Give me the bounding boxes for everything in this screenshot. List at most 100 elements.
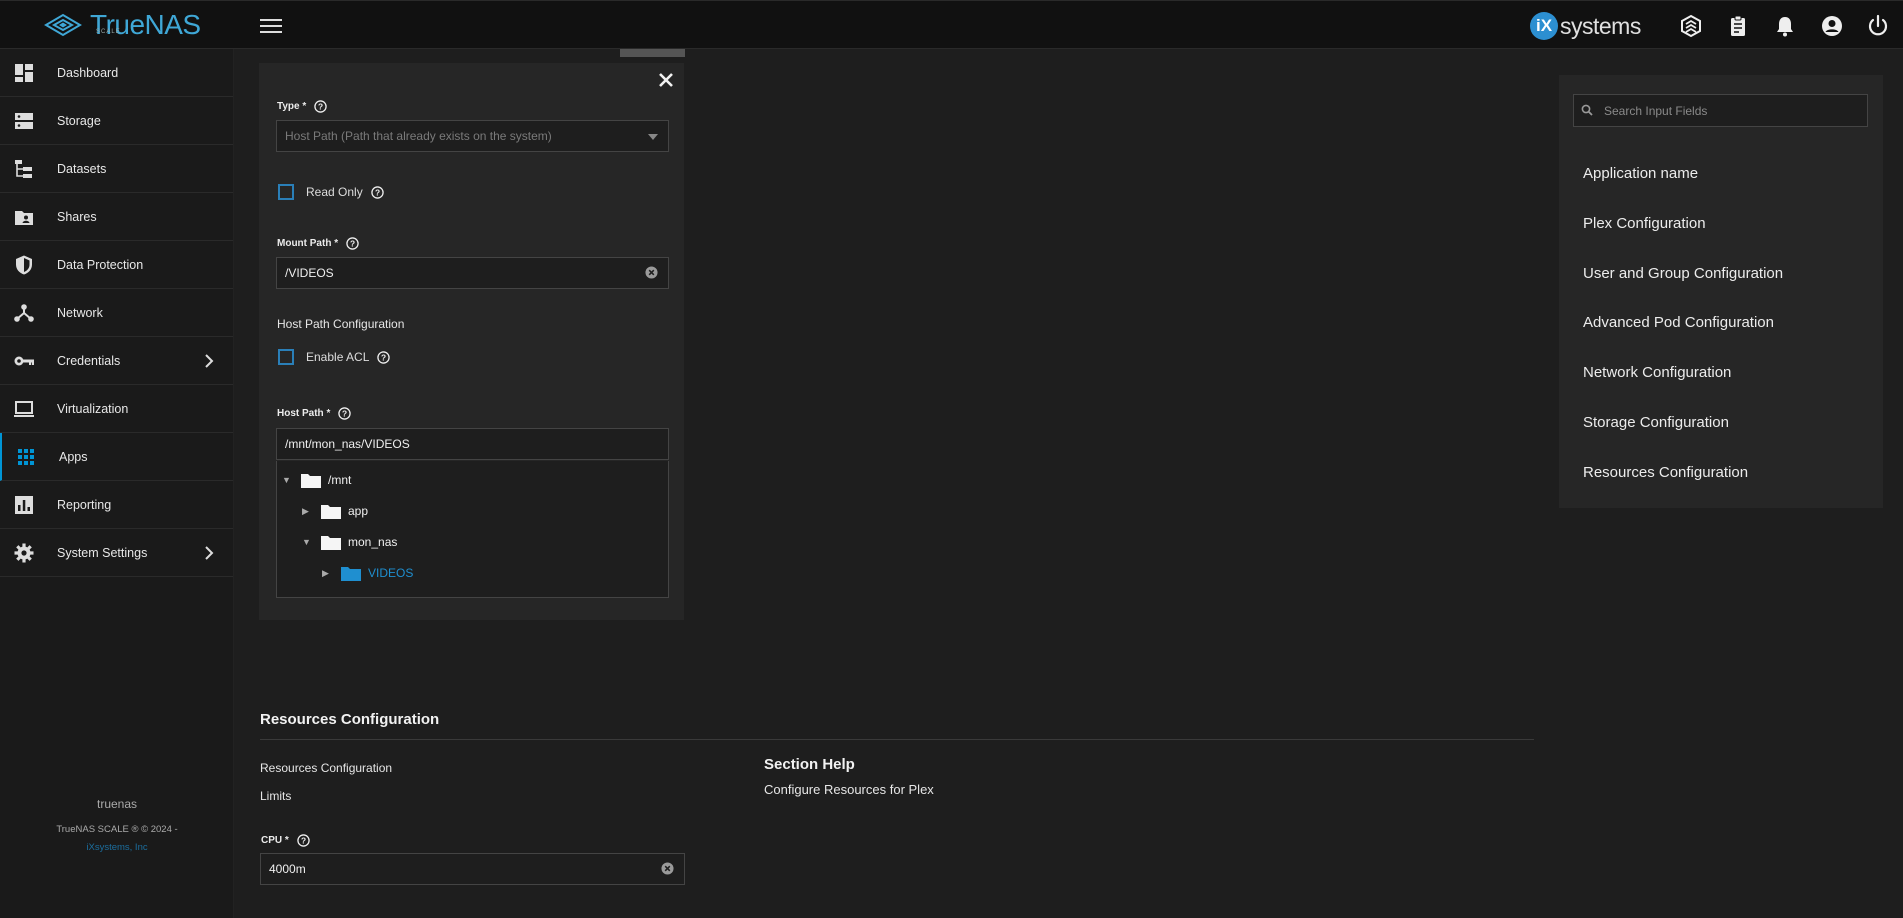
top-bar: TrueNAS SCALE iX systems (0, 0, 1903, 49)
svg-text:?: ? (375, 187, 380, 197)
type-select[interactable]: Host Path (Path that already exists on t… (276, 120, 669, 152)
sidebar-item-label: Datasets (57, 161, 107, 176)
sidebar-item-label: Network (57, 305, 103, 320)
cpu-value: 4000m (269, 862, 306, 876)
vendor-name: systems (1560, 12, 1641, 39)
tree-node-mon-nas[interactable]: ▼ mon_nas (302, 531, 397, 553)
copyright-text: TrueNAS SCALE ® © 2024 - (56, 824, 178, 835)
limits-label: Limits (260, 789, 292, 803)
host-path-value: /mnt/mon_nas/VIDEOS (285, 437, 410, 451)
close-icon[interactable] (656, 70, 676, 90)
search-icon (1581, 104, 1593, 116)
expanded-arrow-icon[interactable]: ▼ (282, 475, 292, 485)
reporting-icon (15, 496, 33, 514)
host-path-input[interactable]: /mnt/mon_nas/VIDEOS (276, 428, 669, 460)
power-icon[interactable] (1866, 14, 1890, 38)
section-help-title: Section Help (764, 756, 855, 773)
brand-sub: SCALE (96, 29, 121, 35)
help-icon[interactable]: ? (297, 834, 310, 847)
search-placeholder: Search Input Fields (1604, 103, 1708, 118)
jobs-clipboard-icon[interactable] (1726, 14, 1750, 38)
nav-link-application-name[interactable]: Application name (1583, 165, 1698, 182)
tree-node-label: mon_nas (348, 535, 398, 549)
sidebar-item-storage[interactable]: Storage (0, 97, 233, 145)
sidebar-item-label: System Settings (57, 545, 148, 560)
help-icon[interactable]: ? (314, 100, 328, 113)
nav-link-user-group-configuration[interactable]: User and Group Configuration (1583, 265, 1783, 282)
enable-acl-label: Enable ACL ? (306, 350, 391, 364)
host-path-label: Host Path * ? (277, 407, 352, 420)
ix-badge: iX (1530, 12, 1558, 40)
nav-link-advanced-pod-configuration[interactable]: Advanced Pod Configuration (1583, 314, 1774, 331)
sidebar-item-virtualization[interactable]: Virtualization (0, 385, 233, 433)
sidebar-item-label: Apps (59, 449, 88, 464)
cpu-input[interactable]: 4000m (260, 853, 685, 885)
folder-icon (341, 566, 361, 581)
sidebar-item-dashboard[interactable]: Dashboard (0, 49, 233, 97)
host-path-config-title: Host Path Configuration (277, 317, 405, 331)
network-icon (14, 304, 34, 322)
menu-toggle-button[interactable] (260, 15, 282, 35)
company-link[interactable]: iXsystems, Inc (0, 842, 234, 853)
sidebar-item-system-settings[interactable]: System Settings (0, 529, 233, 577)
tree-node-app[interactable]: ▶ app (302, 500, 368, 522)
svg-text:?: ? (342, 409, 347, 419)
nav-link-resources-configuration[interactable]: Resources Configuration (1583, 464, 1748, 481)
folder-icon (321, 535, 341, 550)
section-divider (260, 739, 1534, 740)
chevron-right-icon (205, 546, 214, 560)
svg-text:?: ? (301, 836, 306, 846)
storage-icon (15, 113, 33, 129)
help-icon[interactable]: ? (338, 407, 352, 420)
help-icon[interactable]: ? (370, 185, 384, 199)
scroll-indicator (620, 49, 685, 57)
search-input-fields[interactable]: Search Input Fields (1573, 94, 1868, 127)
nav-link-plex-configuration[interactable]: Plex Configuration (1583, 215, 1706, 232)
hostname: truenas (96, 797, 138, 811)
brand-name: TrueNAS (90, 9, 201, 40)
truenas-logo[interactable]: TrueNAS (42, 9, 201, 41)
resources-section-title: Resources Configuration (260, 711, 440, 728)
mount-path-input[interactable]: /VIDEOS (276, 257, 669, 289)
expanded-arrow-icon[interactable]: ▼ (302, 537, 312, 547)
tree-node-videos[interactable]: ▶ VIDEOS (322, 562, 413, 584)
truenas-logo-icon (44, 13, 82, 37)
sidebar-item-label: Shares (57, 209, 97, 224)
tree-node-label: /mnt (328, 473, 352, 487)
notifications-bell-icon[interactable] (1773, 14, 1797, 38)
sidebar-item-credentials[interactable]: Credentials (0, 337, 233, 385)
nav-link-network-configuration[interactable]: Network Configuration (1583, 364, 1731, 381)
resources-sub-title: Resources Configuration (260, 761, 393, 775)
sidebar-item-shares[interactable]: Shares (0, 193, 233, 241)
truecommand-icon[interactable] (1679, 14, 1703, 38)
help-icon[interactable]: ? (346, 237, 359, 250)
read-only-label: Read Only ? (306, 185, 384, 199)
sidebar-item-label: Virtualization (57, 401, 129, 416)
dropdown-arrow-icon (648, 134, 658, 140)
dashboard-icon (15, 64, 33, 82)
tree-node-mnt[interactable]: ▼ /mnt (282, 469, 351, 491)
sidebar-item-label: Data Protection (57, 257, 144, 272)
sidebar-item-label: Storage (57, 113, 101, 128)
enable-acl-checkbox[interactable] (278, 349, 294, 365)
help-icon[interactable]: ? (377, 350, 391, 364)
chevron-right-icon (205, 354, 214, 368)
sidebar-item-apps[interactable]: Apps (0, 433, 233, 481)
nav-link-storage-configuration[interactable]: Storage Configuration (1583, 414, 1729, 431)
svg-text:?: ? (381, 352, 386, 362)
collapsed-arrow-icon[interactable]: ▶ (322, 568, 332, 579)
sidebar-item-label: Reporting (57, 497, 112, 512)
read-only-checkbox[interactable] (278, 184, 294, 200)
mount-path-value: /VIDEOS (285, 266, 334, 280)
collapsed-arrow-icon[interactable]: ▶ (302, 506, 312, 517)
clear-input-icon[interactable] (645, 266, 658, 279)
sidebar-item-datasets[interactable]: Datasets (0, 145, 233, 193)
account-icon[interactable] (1820, 14, 1844, 38)
sidebar-item-network[interactable]: Network (0, 289, 233, 337)
sidebar-item-reporting[interactable]: Reporting (0, 481, 233, 529)
form-navigation-panel (1559, 75, 1883, 508)
clear-input-icon[interactable] (661, 862, 674, 875)
ixsystems-logo[interactable]: iX systems (1530, 11, 1641, 41)
shares-icon (15, 211, 33, 225)
sidebar-item-data-protection[interactable]: Data Protection (0, 241, 233, 289)
